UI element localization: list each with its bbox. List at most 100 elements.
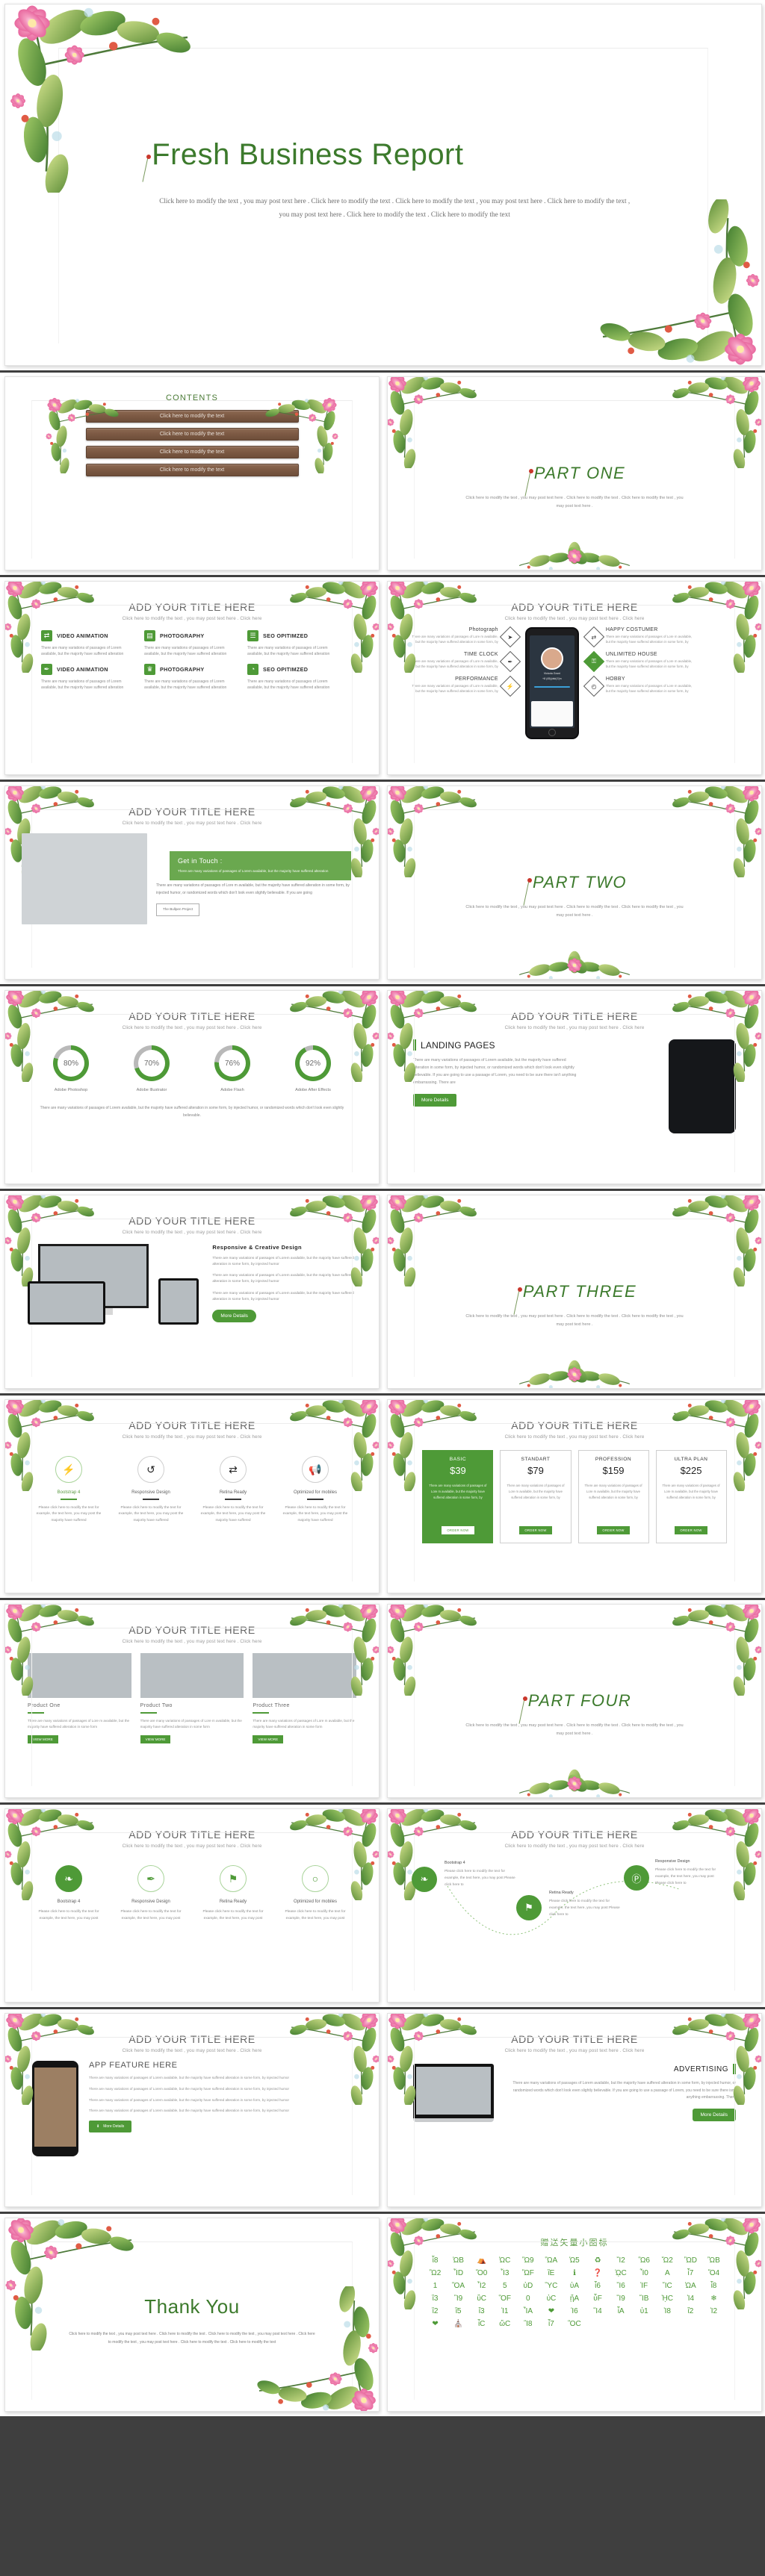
gallery-icon[interactable]: Ἰ4 (681, 2295, 701, 2303)
pin-circle-icon[interactable]: Ⓟ (624, 1865, 649, 1891)
gallery-icon[interactable]: Ὅ0 (471, 2270, 492, 2277)
gallery-icon[interactable]: ♻ (588, 2257, 608, 2265)
slide-phone-specs[interactable]: ADD YOUR TITLE HERE Click here to modify… (387, 581, 762, 775)
gallery-icon[interactable]: ἳ3 (425, 2295, 445, 2303)
order-now-button[interactable]: ORDER NOW (519, 1526, 551, 1534)
gallery-icon[interactable]: ἳ2 (425, 2308, 445, 2315)
gallery-icon[interactable]: ὩA (681, 2283, 701, 2290)
spec-item[interactable]: ⚿ UNLIMITED HOUSE There are many variati… (586, 652, 697, 669)
gallery-icon[interactable]: ❓ (588, 2270, 608, 2277)
gallery-icon[interactable]: Ἲ8 (518, 2321, 538, 2328)
slide-circle-features[interactable]: ADD YOUR TITLE HERE Click here to modify… (4, 1399, 380, 1593)
gallery-icon[interactable]: ❤ (541, 2308, 561, 2315)
gallery-icon[interactable]: ἼC (657, 2283, 678, 2290)
pricing-plan[interactable]: STANDART $79 There are many variations o… (500, 1450, 571, 1543)
gallery-icon[interactable]: ἷ8 (704, 2283, 724, 2290)
view-more-button[interactable]: VIEW MORE (28, 1735, 58, 1743)
spec-item[interactable]: TIME CLOCK There are many variations of … (407, 652, 518, 669)
gallery-icon[interactable]: ᾕA (564, 2295, 584, 2303)
slide-part-four[interactable]: PART FOUR Click here to modify the text … (387, 1604, 762, 1798)
gallery-icon[interactable]: ἴ3 (471, 2308, 492, 2315)
gallery-icon[interactable]: ❄ (704, 2295, 724, 2303)
home-button-icon[interactable] (548, 729, 556, 736)
gallery-icon[interactable]: ❤ (425, 2321, 445, 2328)
feature-item[interactable]: ☰ SEO OPITIMZED There are many variation… (247, 630, 343, 658)
gallery-icon[interactable]: ἳ5 (448, 2308, 468, 2315)
gallery-icon[interactable]: Ἰ1 (495, 2308, 515, 2315)
gallery-icon[interactable]: Ὣ6 (634, 2257, 654, 2265)
spec-item[interactable]: PERFORMANCE There are many variations of… (407, 676, 518, 694)
gallery-icon[interactable]: Ἷ3 (495, 2270, 515, 2277)
project-button[interactable]: The Bullpen Project (156, 903, 199, 916)
gallery-icon[interactable]: Ἴ2 (611, 2257, 631, 2265)
gallery-icon[interactable]: ὫA (541, 2257, 561, 2265)
leaf-feature[interactable]: ❧ Bootstrap 4 Please click here to modif… (33, 1865, 105, 1923)
gallery-icon[interactable]: Ἱ6 (564, 2308, 584, 2315)
product-card[interactable]: Product Two There are many variations of… (140, 1653, 244, 1744)
circle-feature[interactable]: ⚡ Bootstrap 4 Please click here to modif… (33, 1456, 105, 1525)
slide-contents[interactable]: CONTENTS Click here to modify the text C… (4, 376, 380, 570)
feature-item[interactable]: ⇄ VIDEO ANIMATION There are many variati… (41, 630, 137, 658)
pricing-plan[interactable]: ULTRA PLAN $225 There are many variation… (656, 1450, 727, 1543)
gallery-icon[interactable]: ℹ (564, 2270, 584, 2277)
gallery-icon[interactable]: ᾘC (657, 2295, 678, 2303)
gallery-icon[interactable]: ὪB (704, 2257, 724, 2265)
gallery-icon[interactable]: ὪF (518, 2270, 538, 2277)
more-details-button[interactable]: More Details (212, 1310, 255, 1322)
gallery-icon[interactable]: Ἶ2 (471, 2283, 492, 2290)
gallery-icon[interactable]: ὒC (471, 2295, 492, 2303)
feature-item[interactable]: ♛ PHOTOGRAPHY There are many variations … (144, 664, 240, 691)
view-more-button[interactable]: VIEW MORE (253, 1735, 283, 1743)
gallery-icon[interactable]: ὐA (564, 2283, 584, 2290)
gallery-icon[interactable]: ὏A (657, 2270, 678, 2277)
gallery-icon[interactable]: ⛺ (471, 2257, 492, 2265)
contents-item[interactable]: Click here to modify the text (86, 428, 299, 441)
leaf-feature[interactable]: ✒ Responsive Design Please click here to… (115, 1865, 188, 1923)
gallery-icon[interactable]: ἹF (634, 2283, 654, 2290)
gallery-icon[interactable]: ἶC (471, 2321, 492, 2328)
gallery-icon[interactable]: ὐD (518, 2283, 538, 2290)
circle-feature[interactable]: ⇄ Retina Ready Please click here to modi… (197, 1456, 270, 1525)
gallery-icon[interactable]: ἽB (634, 2295, 654, 2303)
gallery-icon[interactable]: ὋC (564, 2321, 584, 2328)
slide-process-flow[interactable]: ADD YOUR TITLE HERE Click here to modify… (387, 1808, 762, 2003)
gallery-icon[interactable]: ὆5 (495, 2283, 515, 2290)
gallery-icon[interactable]: ἿA (518, 2308, 538, 2315)
gallery-icon[interactable]: ⛪ (448, 2321, 468, 2328)
gallery-icon[interactable]: ἷ6 (588, 2283, 608, 2290)
view-more-button[interactable]: VIEW MORE (140, 1735, 171, 1743)
gallery-icon[interactable]: Ἵ9 (611, 2295, 631, 2303)
gallery-icon[interactable]: ἷ7 (681, 2270, 701, 2277)
contents-item[interactable]: Click here to modify the text (86, 464, 299, 476)
gallery-icon[interactable]: Ἶ0 (634, 2270, 654, 2277)
more-details-button[interactable]: More Details (413, 1094, 456, 1107)
gallery-icon[interactable]: Ὤ2 (657, 2257, 678, 2265)
leaf-feature[interactable]: ⚑ Retina Ready Please click here to modi… (197, 1865, 270, 1923)
slide-pricing[interactable]: ADD YOUR TITLE HERE Click here to modify… (387, 1399, 762, 1593)
gallery-icon[interactable]: ἾD (448, 2270, 468, 2277)
gallery-icon[interactable]: Ἴ6 (611, 2283, 631, 2290)
pricing-plan[interactable]: PROFESSION $159 There are many variation… (578, 1450, 649, 1543)
spec-item[interactable]: ◴ HOBBY There are many variations of pas… (586, 676, 697, 694)
gallery-icon[interactable]: ἴ2 (681, 2308, 701, 2315)
pin-icon[interactable]: ⚑ (516, 1895, 542, 1920)
order-now-button[interactable]: ORDER NOW (597, 1526, 629, 1534)
circle-feature[interactable]: ↺ Responsive Design Please click here to… (115, 1456, 188, 1525)
pricing-plan[interactable]: BASIC $39 There are many variations of p… (422, 1450, 493, 1543)
slide-advertising[interactable]: ADD YOUR TITLE HERE Click here to modify… (387, 2013, 762, 2207)
circle-feature[interactable]: 📢 Optimized for mobiles Please click her… (279, 1456, 352, 1525)
gallery-icon[interactable]: ὨB (448, 2257, 468, 2265)
gallery-icon[interactable]: Ὄ4 (704, 2270, 724, 2277)
gallery-icon[interactable]: ὎1 (425, 2283, 445, 2290)
product-card[interactable]: Product One There are many variations of… (28, 1653, 131, 1744)
gallery-icon[interactable]: Ἵ4 (588, 2308, 608, 2315)
slide-six-features[interactable]: ADD YOUR TITLE HERE Click here to modify… (4, 581, 380, 775)
gallery-icon[interactable]: Ὡ5 (564, 2257, 584, 2265)
order-now-button[interactable]: ORDER NOW (442, 1526, 474, 1534)
gallery-icon[interactable]: ἷ8 (425, 2257, 445, 2265)
contents-item[interactable]: Click here to modify the text (86, 410, 299, 423)
slide-thank-you[interactable]: Thank You Click here to modify the text … (4, 2218, 380, 2412)
contents-item[interactable]: Click here to modify the text (86, 446, 299, 458)
gallery-icon[interactable]: ἳE (541, 2270, 561, 2277)
slide-title[interactable]: Fresh Business Report Click here to modi… (4, 4, 762, 366)
